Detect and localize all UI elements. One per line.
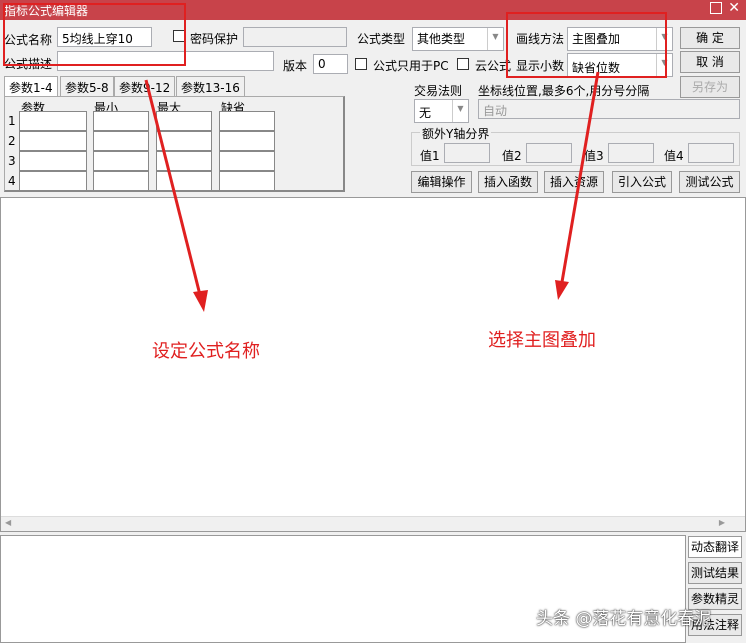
arrow-right-line	[560, 71, 600, 283]
arrow-left-line	[144, 79, 202, 296]
annotation-right-text: 选择主图叠加	[488, 330, 596, 351]
watermark: 头条 @落花有意化春泥	[536, 609, 712, 629]
arrow-right-head	[555, 280, 569, 300]
tab-params-1-4[interactable]: 参数1-4	[4, 76, 58, 96]
arrow-left-head	[193, 290, 208, 312]
annotation-arrows	[144, 71, 600, 312]
annotation-left-text: 设定公式名称	[152, 341, 260, 362]
